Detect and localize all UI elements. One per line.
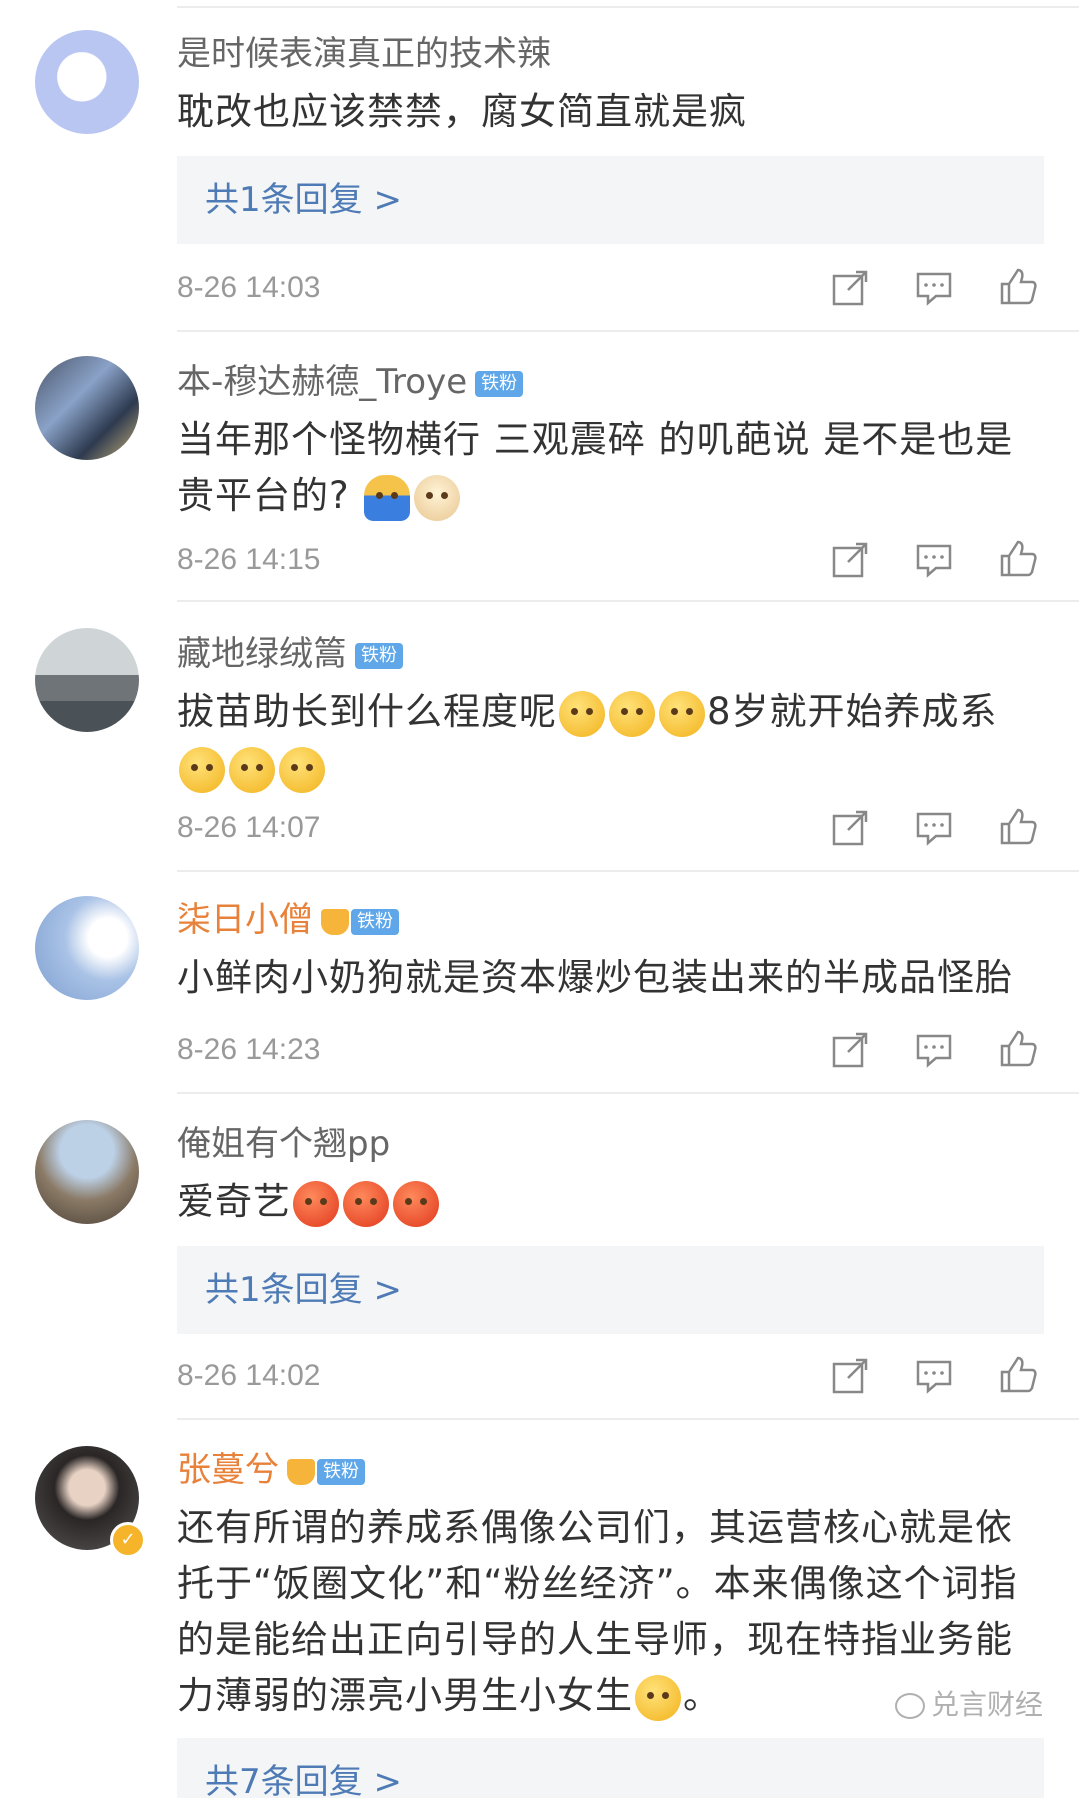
username[interactable]: 俺姐有个翘pp (177, 1124, 390, 1164)
watermark-label: 兑言财经 (931, 1688, 1044, 1721)
comment-icon[interactable] (914, 1030, 954, 1070)
reply-link[interactable]: 共7条回复 > (205, 1760, 402, 1804)
fan-badge: 铁粉 (355, 642, 403, 669)
divider (177, 330, 1079, 332)
doge-emoji-icon (414, 474, 461, 521)
angry-emoji-icon (393, 1180, 439, 1227)
smirk-emoji-icon (559, 690, 605, 737)
reply-box[interactable]: 共7条回复 > (177, 1738, 1044, 1802)
share-edit-icon[interactable] (830, 1356, 870, 1396)
verified-icon: ✓ (110, 1522, 146, 1558)
username[interactable]: 张蔓兮 (177, 1450, 279, 1490)
timestamp: 8-26 14:23 (177, 1033, 321, 1066)
divider (177, 6, 1079, 8)
watermark: 兑言财经 (895, 1683, 1043, 1723)
comment-text-content: 。 (683, 1674, 721, 1717)
thumbs-up-icon[interactable] (998, 806, 1038, 846)
username[interactable]: 柒日小僧 (177, 900, 313, 940)
comment-text: 拔苗助长到什么程度呢 8岁就开始养成系 (177, 684, 1037, 796)
timestamp: 8-26 14:03 (177, 271, 321, 304)
avatar[interactable] (35, 896, 139, 1000)
share-edit-icon[interactable] (830, 268, 870, 308)
comment-text: 当年那个怪物横行 三观震碎 的叽葩说 是不是也是贵平台的? (177, 412, 1037, 524)
crown-icon (321, 908, 349, 935)
share-edit-icon[interactable] (830, 808, 870, 848)
angry-emoji-icon (293, 1180, 339, 1227)
comment-icon[interactable] (914, 808, 954, 848)
username[interactable]: 是时候表演真正的技术辣 (177, 34, 551, 74)
drool-emoji-icon (279, 746, 325, 793)
shush-emoji-icon (635, 1674, 681, 1721)
reply-box[interactable]: 共1条回复 > (177, 1246, 1044, 1334)
divider (177, 600, 1079, 602)
wechat-icon (895, 1693, 925, 1719)
timestamp: 8-26 14:02 (177, 1359, 321, 1392)
comment-icon[interactable] (914, 1356, 954, 1396)
thumbs-up-icon[interactable] (998, 1354, 1038, 1394)
comment-text: 小鲜肉小奶狗就是资本爆炒包装出来的半成品怪胎 (177, 956, 1013, 999)
smirk-emoji-icon (659, 690, 705, 737)
drool-emoji-icon (229, 746, 275, 793)
thumbs-up-icon[interactable] (998, 1028, 1038, 1068)
reply-link[interactable]: 共1条回复 > (205, 178, 402, 222)
emoji-icon (364, 474, 411, 521)
username-row: 藏地绿绒篙 铁粉 (177, 634, 403, 674)
comment-text-content: 当年那个怪物横行 三观震碎 的叽葩说 是不是也是贵平台的? (177, 418, 1014, 517)
share-edit-icon[interactable] (830, 540, 870, 580)
comment-text-content: 8岁就开始养成系 (707, 690, 998, 733)
share-edit-icon[interactable] (830, 1030, 870, 1070)
avatar[interactable] (35, 1120, 139, 1224)
thumbs-up-icon[interactable] (998, 538, 1038, 578)
username-row: 本-穆达赫德_Troye 铁粉 (177, 362, 524, 402)
username-row: 柒日小僧 铁粉 (177, 900, 399, 940)
avatar[interactable] (35, 356, 139, 460)
comment-text: 耽改也应该禁禁，腐女简直就是疯 (177, 90, 747, 133)
reply-box[interactable]: 共1条回复 > (177, 156, 1044, 244)
timestamp: 8-26 14:07 (177, 811, 321, 844)
drool-emoji-icon (179, 746, 225, 793)
comment-text-content: 爱奇艺 (177, 1180, 291, 1223)
username[interactable]: 藏地绿绒篙 (177, 634, 347, 674)
fan-badge: 铁粉 (317, 1458, 365, 1485)
timestamp: 8-26 14:15 (177, 543, 321, 576)
angry-emoji-icon (343, 1180, 389, 1227)
comment-text: 爱奇艺 (177, 1174, 1037, 1230)
reply-link[interactable]: 共1条回复 > (205, 1268, 402, 1312)
divider (177, 1092, 1079, 1094)
comment-text-content: 还有所谓的养成系偶像公司们，其运营核心就是依托于“饭圈文化”和“粉丝经济”。本来… (177, 1506, 1018, 1717)
comment-text-content: 拔苗助长到什么程度呢 (177, 690, 557, 733)
fan-badge: 铁粉 (351, 908, 399, 935)
avatar[interactable] (35, 30, 139, 134)
comment-icon[interactable] (914, 268, 954, 308)
divider (177, 870, 1079, 872)
avatar[interactable] (35, 628, 139, 732)
username[interactable]: 本-穆达赫德_Troye (177, 362, 467, 402)
comment-icon[interactable] (914, 540, 954, 580)
smirk-emoji-icon (609, 690, 655, 737)
username-row: 张蔓兮 铁粉 (177, 1450, 365, 1490)
thumbs-up-icon[interactable] (998, 266, 1038, 306)
fan-badge: 铁粉 (475, 370, 524, 397)
crown-icon (287, 1458, 315, 1485)
divider (177, 1418, 1079, 1420)
